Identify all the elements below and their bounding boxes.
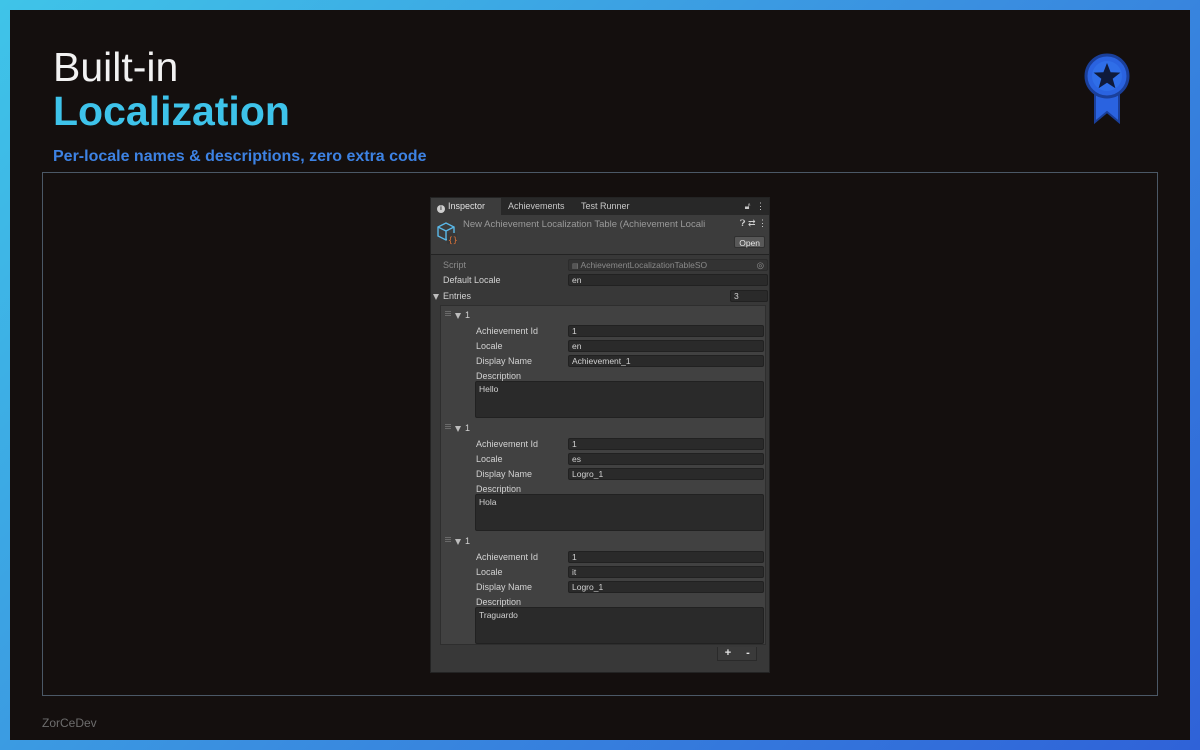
- tab-achievements-label: Achievements: [508, 201, 565, 211]
- display-name-field[interactable]: Logro_1: [568, 581, 764, 593]
- locale-field[interactable]: it: [568, 566, 764, 578]
- locale-field[interactable]: es: [568, 453, 764, 465]
- footer-credit: ZorCeDev: [42, 716, 97, 730]
- script-file-icon: ▤: [572, 263, 579, 270]
- locale-label: Locale: [476, 341, 503, 351]
- locale-label: Locale: [476, 454, 503, 464]
- scriptable-object-icon: {}: [437, 222, 458, 245]
- entry-foldout-arrow-icon[interactable]: [455, 539, 461, 545]
- achievement-id-label: Achievement Id: [476, 326, 539, 336]
- description-label: Description: [476, 371, 522, 381]
- locale-label: Locale: [476, 567, 503, 577]
- script-value: AchievementLocalizationTableSO: [580, 260, 708, 270]
- achievement-id-field[interactable]: 1: [568, 551, 764, 563]
- header-icons: ❓︎ ⇄ ⋮: [740, 218, 767, 229]
- tab-bar: i Inspector Achievements Test Runner 🔓︎ ⋮: [431, 198, 769, 215]
- entry-foldout-arrow-icon[interactable]: [455, 313, 461, 319]
- subtitle: Per-locale names & descriptions, zero ex…: [53, 148, 427, 165]
- display-name-label: Display Name: [476, 469, 533, 479]
- entry-header[interactable]: 1: [465, 310, 470, 320]
- locale-field[interactable]: en: [568, 340, 764, 352]
- achievement-id-field[interactable]: 1: [568, 438, 764, 450]
- award-ribbon-star-icon: [1084, 53, 1130, 125]
- entries-foldout-arrow-icon[interactable]: [433, 294, 439, 300]
- entries-list: 1 Achievement Id 1 Locale en Display Nam…: [440, 305, 766, 645]
- inspector-window: i Inspector Achievements Test Runner 🔓︎ ⋮…: [430, 197, 770, 673]
- display-name-field[interactable]: Achievement_1: [568, 355, 764, 367]
- context-menu-icon[interactable]: ⋮: [758, 218, 767, 228]
- script-label: Script: [443, 260, 467, 270]
- drag-handle-icon[interactable]: [445, 537, 451, 542]
- lock-icon[interactable]: 🔓︎: [745, 201, 751, 211]
- achievement-id-field[interactable]: 1: [568, 325, 764, 337]
- description-textarea[interactable]: Hello: [475, 381, 764, 418]
- tab-test-runner-label: Test Runner: [581, 201, 630, 211]
- drag-handle-icon[interactable]: [445, 424, 451, 429]
- entry-header[interactable]: 1: [465, 423, 470, 433]
- default-locale-field[interactable]: en: [568, 274, 768, 286]
- tab-test-runner[interactable]: Test Runner: [575, 198, 636, 215]
- description-textarea[interactable]: Hola: [475, 494, 764, 531]
- list-footer-buttons: + -: [717, 647, 757, 661]
- asset-header: {} New Achievement Localization Table (A…: [431, 215, 769, 255]
- preset-icon[interactable]: ⇄: [748, 218, 756, 228]
- entries-count-field[interactable]: 3: [730, 290, 768, 302]
- description-textarea[interactable]: Traguardo: [475, 607, 764, 644]
- achievement-id-label: Achievement Id: [476, 439, 539, 449]
- description-label: Description: [476, 484, 522, 494]
- add-entry-button[interactable]: +: [718, 647, 738, 661]
- display-name-field[interactable]: Logro_1: [568, 468, 764, 480]
- asset-title: New Achievement Localization Table (Achi…: [463, 219, 706, 230]
- description-label: Description: [476, 597, 522, 607]
- title-line-2: Localization: [53, 88, 290, 134]
- remove-entry-button[interactable]: -: [738, 647, 758, 661]
- entries-label[interactable]: Entries: [443, 291, 471, 301]
- kebab-menu-icon[interactable]: ⋮: [756, 201, 765, 211]
- display-name-label: Display Name: [476, 582, 533, 592]
- entry-foldout-arrow-icon[interactable]: [455, 426, 461, 432]
- title-line-1: Built-in: [53, 44, 179, 90]
- tab-inspector[interactable]: i Inspector: [431, 198, 501, 215]
- object-picker-icon[interactable]: ◎: [757, 260, 764, 270]
- display-name-label: Display Name: [476, 356, 533, 366]
- help-icon[interactable]: ❓︎: [740, 218, 745, 228]
- script-field: ▤ AchievementLocalizationTableSO ◎: [568, 259, 768, 271]
- tab-achievements[interactable]: Achievements: [502, 198, 571, 215]
- svg-text:{}: {}: [448, 236, 458, 245]
- entry-header[interactable]: 1: [465, 536, 470, 546]
- achievement-id-label: Achievement Id: [476, 552, 539, 562]
- drag-handle-icon[interactable]: [445, 311, 451, 316]
- tab-bar-controls: 🔓︎ ⋮: [745, 198, 765, 215]
- slide: Built-in Localization Per-locale names &…: [10, 10, 1190, 740]
- tab-inspector-label: Inspector: [448, 201, 486, 211]
- default-locale-label: Default Locale: [443, 275, 501, 285]
- open-button[interactable]: Open: [734, 236, 765, 248]
- info-icon: i: [437, 205, 445, 213]
